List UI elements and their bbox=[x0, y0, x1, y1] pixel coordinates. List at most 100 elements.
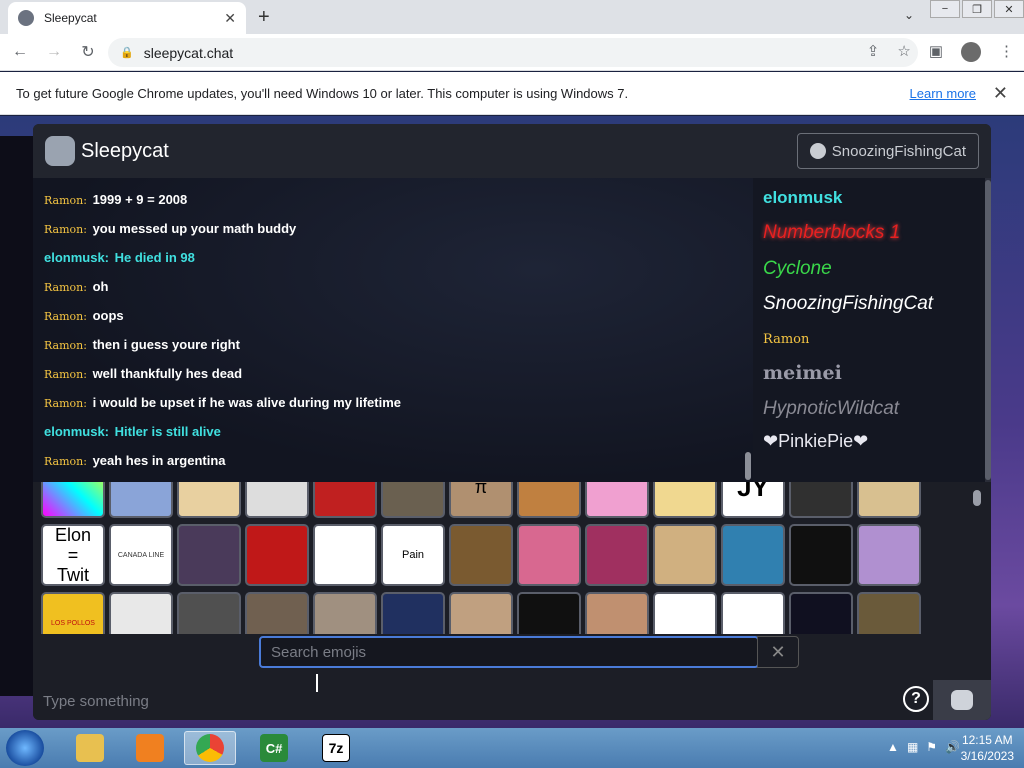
emoji-tile[interactable] bbox=[313, 592, 377, 634]
7zip-taskbar-icon[interactable]: 7z bbox=[310, 731, 362, 765]
media-player-taskbar-icon[interactable] bbox=[124, 731, 176, 765]
emoji-tile[interactable] bbox=[653, 482, 717, 518]
emoji-tile[interactable] bbox=[177, 482, 241, 518]
minimize-button[interactable]: − bbox=[930, 0, 960, 18]
emoji-tile[interactable] bbox=[109, 592, 173, 634]
emoji-search-box: ✕ bbox=[259, 636, 799, 668]
cat-logo-icon bbox=[45, 136, 75, 166]
emoji-tile[interactable] bbox=[449, 592, 513, 634]
profile-avatar-icon[interactable] bbox=[961, 42, 981, 62]
start-button[interactable] bbox=[6, 730, 44, 766]
emoji-tile[interactable] bbox=[857, 524, 921, 586]
network-icon[interactable]: ▦ bbox=[907, 740, 918, 754]
back-arrow-icon[interactable]: ← bbox=[6, 43, 34, 61]
csharp-taskbar-icon[interactable]: C# bbox=[248, 731, 300, 765]
emoji-toggle-button[interactable] bbox=[933, 680, 991, 720]
browser-tab[interactable]: Sleepycat ✕ bbox=[8, 2, 246, 34]
emoji-tile[interactable] bbox=[245, 524, 309, 586]
chrome-taskbar-icon[interactable] bbox=[184, 731, 236, 765]
bookmark-star-icon[interactable]: ☆ bbox=[897, 42, 910, 62]
system-tray: ▲ ▦ ⚑ 🔊 bbox=[887, 740, 960, 754]
emoji-tile[interactable] bbox=[381, 592, 445, 634]
chat-message: Ramon: 1999 + 9 = 2008 bbox=[44, 192, 188, 207]
emoji-tile[interactable] bbox=[721, 524, 785, 586]
infobar-message: To get future Google Chrome updates, you… bbox=[16, 85, 629, 101]
share-icon[interactable]: ⇪ bbox=[867, 42, 880, 62]
page-background: Sleepycat SnoozingFishingCat Ramon: 1999… bbox=[0, 116, 1024, 728]
menu-kebab-icon[interactable]: ⋮ bbox=[999, 42, 1014, 62]
emoji-tile[interactable] bbox=[313, 482, 377, 518]
emoji-tile[interactable] bbox=[177, 524, 241, 586]
emoji-tile[interactable] bbox=[109, 482, 173, 518]
chat-app: Sleepycat SnoozingFishingCat Ramon: 1999… bbox=[33, 124, 991, 720]
user-entry[interactable]: Cyclone bbox=[763, 258, 832, 280]
emoji-tile[interactable] bbox=[585, 482, 649, 518]
chat-message-input[interactable] bbox=[43, 688, 893, 714]
users-scrollbar-thumb[interactable] bbox=[985, 180, 991, 480]
emoji-tile[interactable]: CANADA LINE bbox=[109, 524, 173, 586]
close-window-button[interactable]: ✕ bbox=[994, 0, 1024, 18]
tray-arrow-icon[interactable]: ▲ bbox=[887, 740, 899, 754]
new-tab-button[interactable]: + bbox=[258, 6, 270, 29]
emoji-tile[interactable] bbox=[517, 524, 581, 586]
chat-message: elonmusk: He died in 98 bbox=[44, 250, 195, 265]
explorer-taskbar-icon[interactable] bbox=[64, 731, 116, 765]
address-bar[interactable]: 🔒 sleepycat.chat bbox=[108, 38, 918, 67]
emoji-tile[interactable]: LOS POLLOS bbox=[41, 592, 105, 634]
emoji-tile[interactable] bbox=[245, 592, 309, 634]
update-infobar: To get future Google Chrome updates, you… bbox=[0, 72, 1024, 115]
user-account-button[interactable]: SnoozingFishingCat bbox=[796, 133, 979, 169]
emoji-tile[interactable] bbox=[177, 592, 241, 634]
emoji-tile[interactable]: Pain bbox=[381, 524, 445, 586]
emoji-tile[interactable]: Elon = Twit bbox=[41, 524, 105, 586]
emoji-scrollbar[interactable] bbox=[973, 490, 981, 506]
windows-taskbar: C# 7z ▲ ▦ ⚑ 🔊 12:15 AM 3/16/2023 bbox=[0, 728, 1024, 768]
chat-scrollbar[interactable] bbox=[745, 452, 751, 480]
emoji-tile[interactable] bbox=[585, 524, 649, 586]
csharp-icon: C# bbox=[260, 734, 288, 762]
user-entry[interactable]: Ramon bbox=[763, 332, 809, 347]
chat-message: Ramon: then i guess youre right bbox=[44, 337, 240, 352]
emoji-tile[interactable] bbox=[449, 524, 513, 586]
user-entry[interactable]: Numberblocks 1 bbox=[763, 222, 900, 244]
action-center-icon[interactable]: ⚑ bbox=[926, 740, 937, 754]
forward-arrow-icon[interactable]: → bbox=[40, 43, 68, 61]
emoji-tile[interactable] bbox=[857, 482, 921, 518]
volume-icon[interactable]: 🔊 bbox=[945, 740, 960, 754]
emoji-search-input[interactable] bbox=[261, 638, 719, 666]
emoji-tile[interactable] bbox=[721, 592, 785, 634]
emoji-tile[interactable] bbox=[517, 482, 581, 518]
user-icon bbox=[809, 143, 826, 159]
user-entry[interactable]: elonmusk bbox=[763, 188, 842, 208]
emoji-tile[interactable]: JY bbox=[721, 482, 785, 518]
clear-search-icon[interactable]: ✕ bbox=[757, 636, 799, 668]
emoji-tile[interactable] bbox=[381, 482, 445, 518]
emoji-tile[interactable] bbox=[41, 482, 105, 518]
emoji-tile[interactable] bbox=[653, 524, 717, 586]
user-entry[interactable]: HypnoticWildcat bbox=[763, 398, 899, 420]
emoji-tile[interactable] bbox=[585, 592, 649, 634]
emoji-tile[interactable] bbox=[789, 482, 853, 518]
user-entry[interactable]: SnoozingFishingCat bbox=[763, 293, 933, 315]
tab-title: Sleepycat bbox=[44, 11, 97, 25]
user-entry[interactable]: meimei bbox=[763, 362, 842, 384]
emoji-tile[interactable] bbox=[517, 592, 581, 634]
learn-more-link[interactable]: Learn more bbox=[910, 86, 976, 101]
infobar-close-icon[interactable]: ✕ bbox=[993, 83, 1008, 104]
reload-icon[interactable]: ↻ bbox=[74, 42, 102, 62]
emoji-tile[interactable] bbox=[789, 592, 853, 634]
emoji-tile[interactable] bbox=[313, 524, 377, 586]
tab-search-icon[interactable]: ⌄ bbox=[904, 8, 914, 22]
emoji-tile[interactable] bbox=[245, 482, 309, 518]
folder-icon bbox=[76, 734, 104, 762]
emoji-tile[interactable]: π bbox=[449, 482, 513, 518]
side-panel-icon[interactable]: ▣ bbox=[929, 42, 943, 62]
user-entry[interactable]: ❤PinkiePie❤ bbox=[763, 431, 868, 452]
taskbar-clock[interactable]: 12:15 AM 3/16/2023 bbox=[961, 732, 1014, 764]
help-icon[interactable]: ? bbox=[903, 686, 929, 712]
tab-close-icon[interactable]: ✕ bbox=[224, 10, 236, 27]
emoji-tile[interactable] bbox=[653, 592, 717, 634]
emoji-tile[interactable] bbox=[857, 592, 921, 634]
emoji-tile[interactable] bbox=[789, 524, 853, 586]
maximize-button[interactable]: ❐ bbox=[962, 0, 992, 18]
